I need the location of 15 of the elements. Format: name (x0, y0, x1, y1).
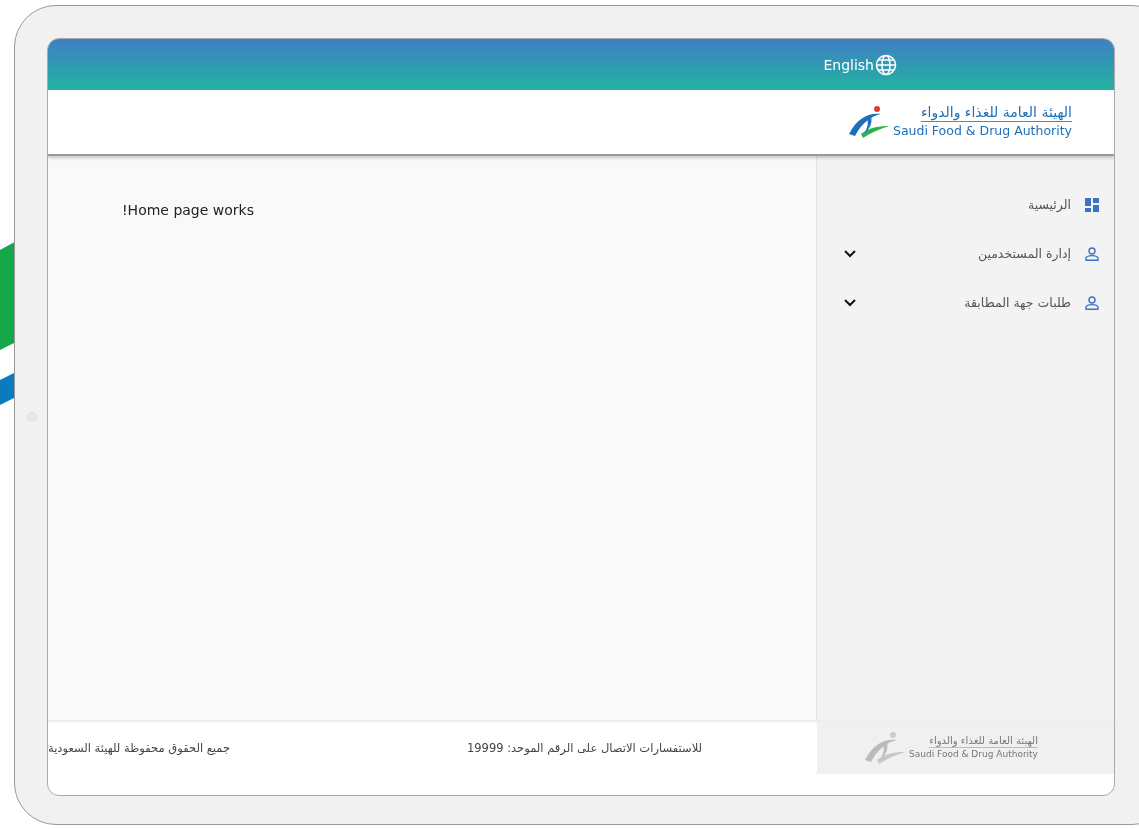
logo-english-text: Saudi Food & Drug Authority (892, 122, 1072, 140)
logo-arabic-text: الهيئة العامة للغذاء والدواء (920, 104, 1072, 123)
home-message: !Home page works (122, 202, 255, 218)
user-icon (1085, 246, 1099, 261)
dashboard-icon (1085, 197, 1099, 212)
sidebar-item[interactable]: إدارة المستخدمين (844, 229, 1114, 278)
contact-text: للاستفسارات الاتصال على الرقم الموحد: 19999 (466, 740, 703, 755)
logo-english-text: Saudi Food & Drug Authority (909, 747, 1038, 761)
sidebar-item[interactable]: الرئيسية (844, 180, 1114, 229)
globe-icon (875, 53, 897, 76)
logo-arabic-text: الهيئة العامة للغذاء والدواء (929, 734, 1038, 748)
copyright-text: جميع الحقوق محفوظة للهيئة السعودية (48, 740, 231, 755)
user-icon (1085, 295, 1099, 310)
sidebar-item[interactable]: طلبات جهة المطابقة (844, 278, 1114, 327)
logo-icon (846, 104, 891, 140)
